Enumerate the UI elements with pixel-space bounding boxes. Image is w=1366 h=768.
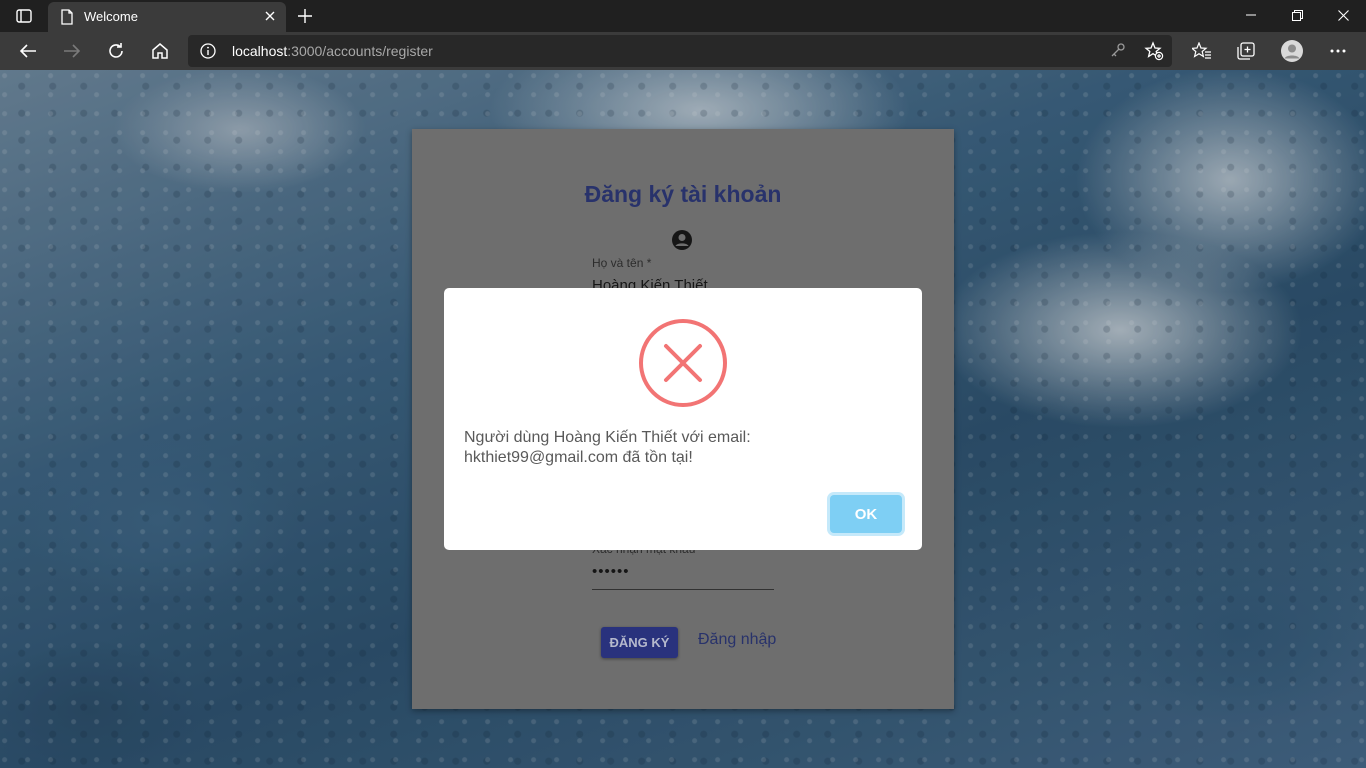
info-icon[interactable] [200, 43, 216, 64]
settings-more-button[interactable] [1323, 36, 1353, 66]
arrow-left-icon [19, 44, 36, 58]
add-favorite-icon[interactable] [1144, 41, 1164, 66]
tab-actions-icon [16, 9, 32, 23]
home-button[interactable] [145, 36, 175, 66]
collections-icon [1237, 42, 1255, 60]
refresh-icon [109, 43, 123, 58]
collections-button[interactable] [1231, 36, 1261, 66]
restore-icon [1291, 9, 1303, 21]
browser-tab-welcome[interactable]: Welcome [48, 2, 286, 32]
browser-toolbar: localhost:3000/accounts/register [0, 32, 1366, 70]
restore-button[interactable] [1274, 0, 1320, 30]
profile-button[interactable] [1277, 36, 1307, 66]
forward-button[interactable] [57, 36, 87, 66]
address-bar[interactable]: localhost:3000/accounts/register [188, 35, 1172, 67]
ok-button[interactable]: OK [830, 495, 902, 533]
more-icon [1330, 49, 1346, 53]
key-icon[interactable] [1110, 42, 1126, 63]
close-icon [1337, 9, 1349, 21]
error-dialog: Người dùng Hoàng Kiến Thiết với email: h… [444, 288, 922, 550]
error-message-line-2: hkthiet99@gmail.com đã tồn tại! [464, 449, 693, 466]
avatar-icon [1281, 40, 1303, 62]
error-x-icon [638, 318, 728, 413]
favorites-button[interactable] [1187, 36, 1217, 66]
minimize-icon [1246, 14, 1256, 16]
minimize-button[interactable] [1228, 0, 1274, 30]
refresh-button[interactable] [101, 36, 131, 66]
url-text: localhost:3000/accounts/register [232, 43, 433, 59]
page-icon [60, 9, 74, 30]
tab-title: Welcome [84, 9, 138, 24]
browser-tabstrip: Welcome [0, 0, 1366, 32]
close-icon [265, 11, 275, 21]
home-icon [152, 43, 168, 59]
page-background: Đăng ký tài khoản Họ và tên * Hoàng Kiến… [0, 70, 1366, 768]
window-close-button[interactable] [1320, 0, 1366, 30]
error-message: Người dùng Hoàng Kiến Thiết với email: h… [464, 428, 904, 468]
tab-close-button[interactable] [262, 8, 278, 24]
url-host: localhost [232, 43, 288, 59]
new-tab-button[interactable] [294, 5, 316, 27]
tab-actions-button[interactable] [10, 6, 38, 26]
plus-icon [298, 9, 312, 23]
url-path: :3000/accounts/register [287, 43, 433, 59]
back-button[interactable] [13, 36, 43, 66]
favorites-icon [1192, 42, 1211, 59]
arrow-right-icon [64, 44, 81, 58]
error-message-line-1: Người dùng Hoàng Kiến Thiết với email: [464, 429, 751, 446]
